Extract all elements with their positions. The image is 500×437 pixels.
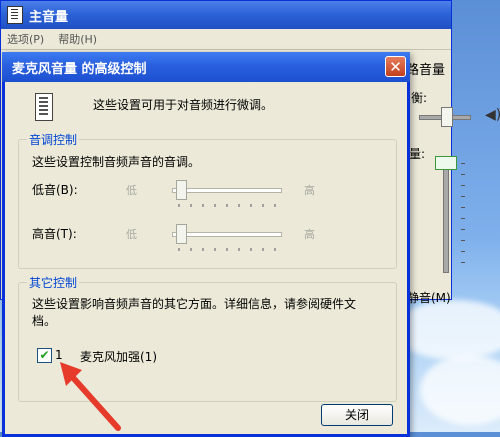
other-group-description-line1: 这些设置影响音频声音的其它方面。详细信息，请参阅硬件文 (32, 297, 357, 311)
dialog-title: 麦克风音量 的高级控制 (12, 61, 147, 77)
mute-label[interactable]: 静音(M) (407, 289, 451, 306)
treble-slider-track[interactable] (172, 232, 282, 237)
bass-slider-ticks (178, 204, 278, 207)
volume-label: 量: (409, 147, 426, 161)
balance-slider-thumb[interactable] (441, 107, 453, 127)
main-window-titlebar[interactable]: 主音量 (1, 1, 451, 29)
bass-slider-thumb[interactable] (176, 180, 187, 200)
treble-high-label: 高 (304, 228, 315, 241)
treble-slider-thumb[interactable] (176, 224, 187, 244)
close-icon[interactable]: ✕ (385, 56, 406, 77)
bass-slider-track[interactable] (172, 188, 282, 193)
red-arrow-annotation (60, 362, 121, 431)
channel-title: 路音量 (406, 63, 446, 78)
tone-group-label: 音调控制 (27, 131, 80, 148)
other-group-label: 其它控制 (27, 274, 80, 291)
volume-slider-thumb[interactable] (435, 156, 457, 170)
mixer-settings-icon (35, 93, 53, 121)
tone-control-group: 音调控制 这些设置控制音频声音的音调。 低音(B): 低 高 高音(T): 低 … (18, 131, 397, 269)
speaker-icon: ◀) (485, 107, 500, 123)
volume-slider-ticks (461, 163, 465, 273)
mic-boost-checkbox[interactable]: ✔ (37, 348, 52, 363)
bass-label: 低音(B): (32, 183, 78, 197)
bass-low-label: 低 (126, 184, 137, 197)
main-window-title: 主音量 (29, 9, 69, 25)
treble-low-label: 低 (126, 228, 137, 241)
bass-high-label: 高 (304, 184, 315, 197)
mic-boost-number: 1 (55, 348, 63, 362)
tone-group-description: 这些设置控制音频声音的音调。 (32, 155, 201, 169)
treble-label: 高音(T): (32, 227, 77, 241)
menu-options[interactable]: 选项(P) (7, 31, 44, 47)
treble-slider-ticks (178, 248, 278, 251)
menu-bar: 选项(P) 帮助(H) (1, 29, 451, 50)
close-button[interactable]: 关闭 (321, 404, 393, 426)
other-group-description-line2: 档。 (32, 314, 57, 328)
balance-label: 衡: (411, 91, 428, 105)
volume-slider-track[interactable] (443, 161, 449, 273)
menu-help[interactable]: 帮助(H) (58, 31, 97, 47)
volume-app-icon (7, 6, 23, 24)
dialog-titlebar[interactable]: 麦克风音量 的高级控制 ✕ (2, 52, 410, 82)
dialog-intro-text: 这些设置可用于对音频进行微调。 (93, 98, 274, 112)
